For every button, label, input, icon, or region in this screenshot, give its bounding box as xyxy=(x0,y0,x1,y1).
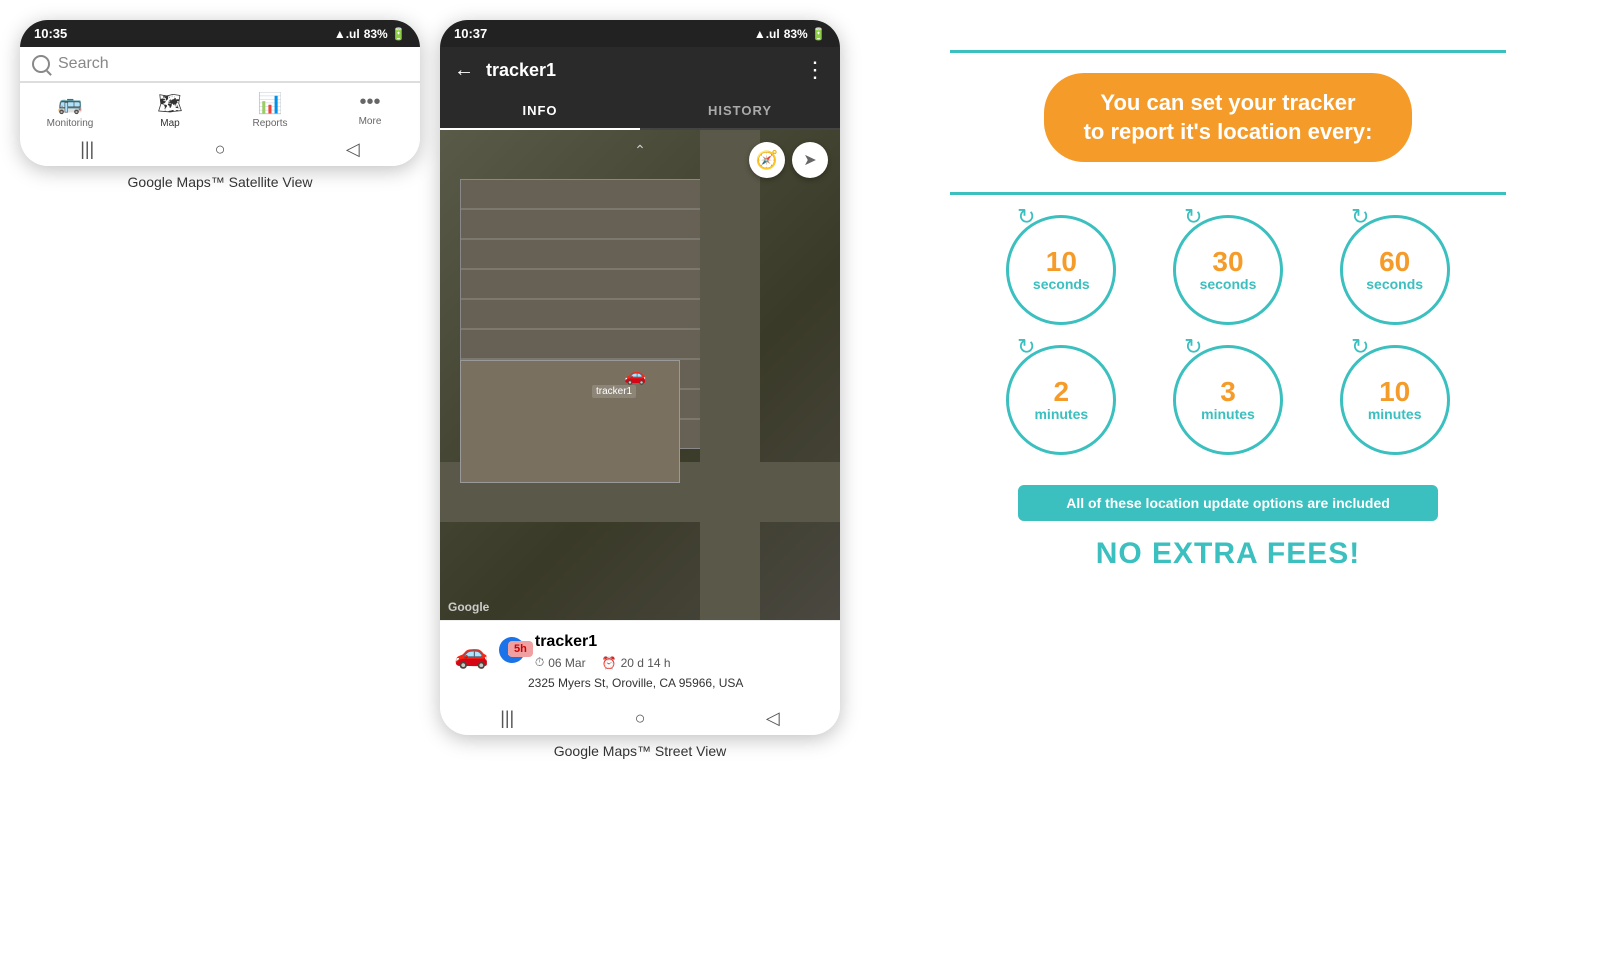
nav-more-label: More xyxy=(359,116,382,127)
phone1-time: 10:35 xyxy=(34,26,67,41)
interval-10min-unit: minutes xyxy=(1368,406,1422,422)
phone2-battery: 83% 🔋 xyxy=(784,27,826,41)
bottom-nav: 🚌 Monitoring 🗺 Map 📊 Reports ••• More xyxy=(20,82,420,133)
aerial-car-marker: 🚗 xyxy=(624,365,646,386)
sys-home2[interactable]: ○ xyxy=(635,708,646,729)
aerial-map: 🧭 ➤ 🚗 tracker1 Google ⌃ xyxy=(440,130,840,620)
phone2-header: ← tracker1 ⋮ xyxy=(440,47,840,93)
phone2-time: 10:37 xyxy=(454,26,487,41)
search-icon xyxy=(32,55,50,73)
nav-monitoring-label: Monitoring xyxy=(47,118,94,129)
interval-10sec-number: 10 xyxy=(1046,248,1077,276)
info-panel: You can set your tracker to report it's … xyxy=(860,20,1596,601)
interval-3min: 3 minutes xyxy=(1173,345,1283,455)
phone2-mockup: 10:37 ▲.ul 83% 🔋 ← tracker1 ⋮ INFO HISTO… xyxy=(440,20,840,735)
interval-10min: 10 minutes xyxy=(1340,345,1450,455)
more-icon: ••• xyxy=(359,91,380,114)
aerial-compass[interactable]: 🧭 xyxy=(749,142,785,178)
scroll-indicator: ⌃ xyxy=(634,142,646,159)
phone2-caption: Google Maps™ Street View xyxy=(554,743,727,759)
interval-10sec: 10 seconds xyxy=(1006,215,1116,325)
menu-button[interactable]: ⋮ xyxy=(804,57,826,83)
sys-back2[interactable]: ||| xyxy=(500,708,514,729)
search-bar[interactable]: Search xyxy=(20,47,420,82)
sys-home[interactable]: ○ xyxy=(215,139,226,160)
mid-teal-line xyxy=(950,192,1507,195)
monitoring-icon: 🚌 xyxy=(58,91,83,116)
headline-line1: You can set your tracker xyxy=(1084,89,1373,118)
phone1-status-bar: 10:35 ▲.ul 83% 🔋 xyxy=(20,20,420,47)
interval-30sec-number: 30 xyxy=(1212,248,1243,276)
sys-back[interactable]: ||| xyxy=(80,139,94,160)
tracker-details: tracker1 ⏱ 06 Mar ⏰ 20 d 14 h xyxy=(535,633,826,670)
sys-recent2[interactable]: ◁ xyxy=(766,708,780,729)
interval-3min-unit: minutes xyxy=(1201,406,1255,422)
aerial-location-btn[interactable]: ➤ xyxy=(792,142,828,178)
search-input[interactable]: Search xyxy=(58,55,109,73)
time-badge: 5h xyxy=(508,641,533,657)
no-fees-banner: All of these location update options are… xyxy=(1018,485,1438,521)
phone2-signal: ▲.ul xyxy=(754,27,780,41)
tracker-date: ⏱ 06 Mar xyxy=(535,655,586,670)
tab-info[interactable]: INFO xyxy=(440,93,640,130)
interval-3min-number: 3 xyxy=(1220,378,1236,406)
tracker-duration: ⏰ 20 d 14 h xyxy=(602,656,671,670)
tracker-info-panel: 🚗 P tracker1 ⏱ 06 Mar ⏰ 20 d 14 h xyxy=(440,620,840,702)
nav-more[interactable]: ••• More xyxy=(320,91,420,129)
interval-30sec: 30 seconds xyxy=(1173,215,1283,325)
tracker-meta: ⏱ 06 Mar ⏰ 20 d 14 h xyxy=(535,655,826,670)
system-nav-bar: ||| ○ ◁ xyxy=(20,133,420,166)
intervals-grid: 10 seconds 30 seconds 60 seconds 2 minut… xyxy=(988,215,1468,455)
aerial-tracker-label: tracker1 xyxy=(592,385,636,398)
system-nav-bar2: ||| ○ ◁ xyxy=(440,702,840,735)
top-teal-line xyxy=(950,50,1507,53)
aerial-google-watermark: Google xyxy=(448,600,489,614)
tracker-name: tracker1 xyxy=(535,633,826,651)
no-extra-fees: NO EXTRA FEES! xyxy=(1096,537,1361,571)
back-button[interactable]: ← xyxy=(454,59,474,82)
headline-line2: to report it's location every: xyxy=(1084,118,1373,147)
tracker-address: 2325 Myers St, Oroville, CA 95966, USA xyxy=(528,676,826,690)
phone1-caption: Google Maps™ Satellite View xyxy=(128,174,313,190)
interval-60sec-number: 60 xyxy=(1379,248,1410,276)
interval-30sec-unit: seconds xyxy=(1200,276,1257,292)
interval-60sec: 60 seconds xyxy=(1340,215,1450,325)
header-title: tracker1 xyxy=(486,60,792,81)
map-icon: 🗺 xyxy=(157,91,182,116)
phone1-battery: 83% 🔋 xyxy=(364,27,406,41)
phone1-signal: ▲.ul xyxy=(334,27,360,41)
interval-10sec-unit: seconds xyxy=(1033,276,1090,292)
phone1-mockup: 10:35 ▲.ul 83% 🔋 Search 🧭 ➤ 🚗 iTrack1TE … xyxy=(20,20,420,166)
duration-icon: ⏰ xyxy=(602,656,617,670)
nav-monitoring[interactable]: 🚌 Monitoring xyxy=(20,91,120,129)
interval-2min-number: 2 xyxy=(1054,378,1070,406)
nav-reports-label: Reports xyxy=(252,118,287,129)
reports-icon: 📊 xyxy=(258,91,283,116)
nav-map-label: Map xyxy=(160,118,179,129)
nav-reports[interactable]: 📊 Reports xyxy=(220,91,320,129)
interval-2min-unit: minutes xyxy=(1034,406,1088,422)
headline-box: You can set your tracker to report it's … xyxy=(1044,73,1413,162)
phone2-status-bar: 10:37 ▲.ul 83% 🔋 xyxy=(440,20,840,47)
tab-history[interactable]: HISTORY xyxy=(640,93,840,128)
clock-icon: ⏱ xyxy=(535,655,544,670)
tracker-car-icon: 🚗 xyxy=(454,637,489,670)
nav-map[interactable]: 🗺 Map xyxy=(120,91,220,129)
sys-recent[interactable]: ◁ xyxy=(346,139,360,160)
interval-10min-number: 10 xyxy=(1379,378,1410,406)
tab-bar: INFO HISTORY xyxy=(440,93,840,130)
interval-60sec-unit: seconds xyxy=(1366,276,1423,292)
interval-2min: 2 minutes xyxy=(1006,345,1116,455)
